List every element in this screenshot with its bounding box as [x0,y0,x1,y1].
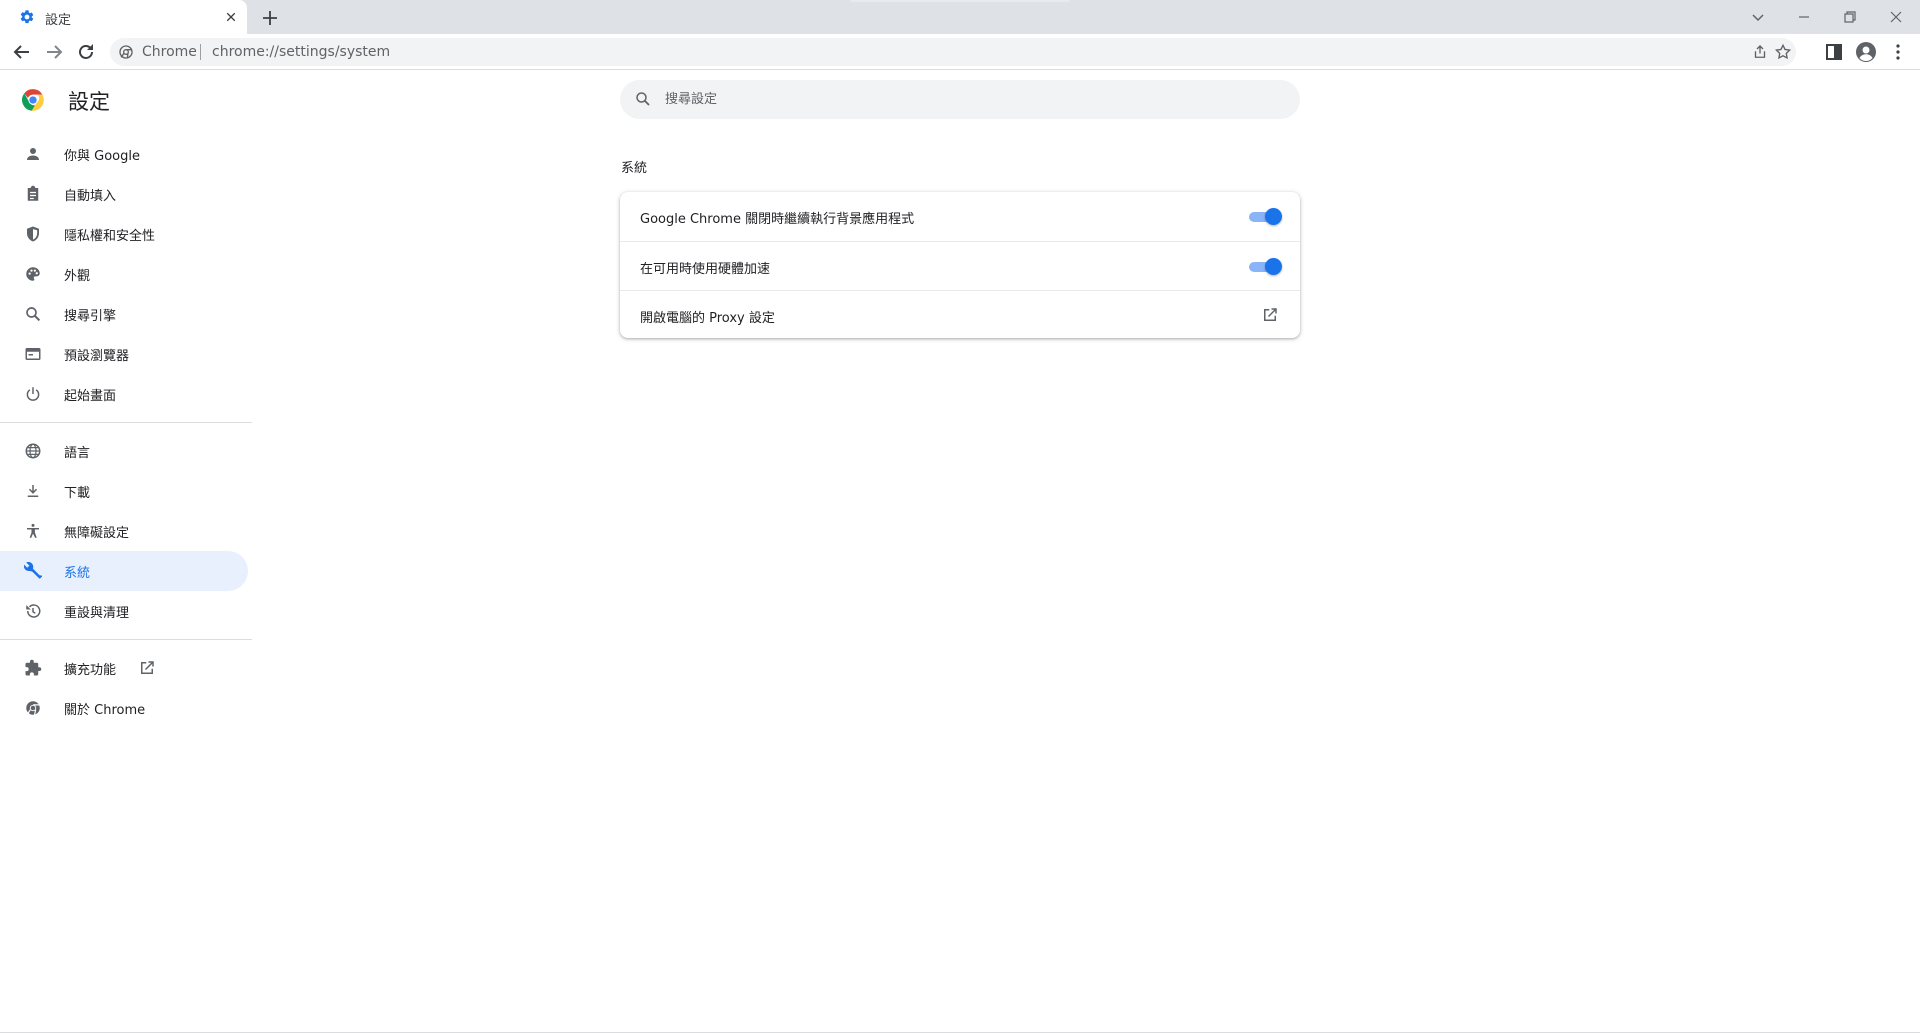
sidebar-item-extensions[interactable]: 擴充功能 [0,648,248,688]
toolbar: Chrome chrome://settings/system [0,34,1920,70]
toggle-knob [1265,258,1282,275]
sidebar-item-reset[interactable]: 重設與清理 [0,591,248,631]
window-drag-region[interactable] [850,0,1070,2]
background-apps-toggle[interactable] [1247,208,1282,226]
page-title: 設定 [68,90,110,114]
chrome-icon [26,701,40,716]
setting-label: 在可用時使用硬體加速 [640,262,771,277]
wrench-icon [24,562,42,579]
setting-row-background-apps[interactable]: Google Chrome 關閉時繼續執行背景應用程式 [620,192,1300,241]
sidebar-item-appearance[interactable]: 外觀 [0,254,248,294]
sidebar-item-label: 下載 [64,486,91,501]
tab-settings[interactable]: 設定 [0,0,247,34]
omnibox[interactable]: Chrome chrome://settings/system [110,38,1796,66]
tab-title: 設定 [45,13,72,28]
sidebar-item-autofill[interactable]: 自動填入 [0,174,248,214]
profile-avatar-icon[interactable] [1854,40,1878,64]
omnibox-url[interactable]: chrome://settings/system [212,44,390,60]
sidebar-item-label: 隱私權和安全性 [64,229,156,244]
setting-row-proxy-settings[interactable]: 開啟電腦的 Proxy 設定 [620,290,1300,339]
side-panel-icon[interactable] [1822,40,1846,64]
sidebar-divider [0,422,252,423]
sidebar-item-label: 關於 Chrome [64,703,146,718]
gear-icon [20,10,34,24]
search-input[interactable] [665,89,1265,109]
sidebar-item-about-chrome[interactable]: 關於 Chrome [0,688,248,728]
sidebar-item-label: 無障礙設定 [64,526,130,541]
share-icon[interactable] [1751,43,1769,61]
sidebar-item-label: 系統 [64,566,91,581]
bookmark-star-icon[interactable] [1774,43,1792,61]
shield-icon [27,226,39,242]
setting-label: Google Chrome 關閉時繼續執行背景應用程式 [640,212,915,227]
setting-label: 開啟電腦的 Proxy 設定 [640,311,775,326]
more-menu-icon[interactable] [1886,40,1910,64]
power-icon [26,387,40,401]
tab-strip: 設定 [0,0,1920,34]
sidebar-item-search-engine[interactable]: 搜尋引擎 [0,294,248,334]
globe-icon [25,443,41,459]
sidebar-item-on-startup[interactable]: 起始畫面 [0,374,248,414]
sidebar-item-label: 預設瀏覽器 [64,349,130,364]
settings-search-box[interactable] [620,80,1300,119]
close-window-icon[interactable] [1884,5,1908,29]
download-icon [27,485,39,497]
hardware-acceleration-toggle[interactable] [1247,258,1282,276]
external-link-icon[interactable] [1261,306,1279,324]
sidebar-item-accessibility[interactable]: 無障礙設定 [0,511,248,551]
sidebar-item-system[interactable]: 系統 [0,551,248,591]
external-link-icon [141,661,154,674]
tab-search-icon[interactable] [1746,5,1770,29]
forward-icon[interactable] [42,40,66,64]
sidebar-item-label: 外觀 [64,269,91,284]
sidebar-item-label: 語言 [64,446,91,461]
sidebar-item-label: 自動填入 [64,189,117,204]
close-icon[interactable] [222,8,240,26]
search-icon [636,92,650,106]
new-tab-icon[interactable] [258,6,282,30]
sidebar-item-downloads[interactable]: 下載 [0,471,248,511]
search-icon [26,307,41,322]
sidebar-item-label: 搜尋引擎 [64,309,117,324]
setting-row-hardware-acceleration[interactable]: 在可用時使用硬體加速 [620,241,1300,290]
restore-icon [26,604,41,618]
sidebar-item-label: 擴充功能 [64,663,117,678]
sidebar-item-default-browser[interactable]: 預設瀏覽器 [0,334,248,374]
sidebar-item-label: 你與 Google [64,149,140,164]
person-icon [27,148,39,160]
minimize-icon[interactable] [1792,5,1816,29]
sidebar-item-label: 起始畫面 [64,389,117,404]
sidebar-item-you-and-google[interactable]: 你與 Google [0,134,248,174]
browser-icon [25,348,41,360]
palette-icon [26,267,40,281]
system-settings-card: Google Chrome 關閉時繼續執行背景應用程式 在可用時使用硬體加速 開… [620,192,1300,338]
clipboard-icon [27,185,39,201]
sidebar-item-languages[interactable]: 語言 [0,431,248,471]
reload-icon[interactable] [74,40,98,64]
section-title: 系統 [621,161,648,176]
sidebar-item-label: 重設與清理 [64,606,130,621]
omnibox-site-label: Chrome [142,44,197,60]
puzzle-icon [25,659,42,676]
sidebar-divider [0,639,252,640]
chrome-icon [119,45,133,59]
toggle-knob [1265,208,1282,225]
chrome-logo-icon [22,89,44,111]
omnibox-separator [200,44,201,60]
accessibility-icon [27,523,39,538]
restore-window-icon[interactable] [1838,5,1862,29]
sidebar-item-privacy[interactable]: 隱私權和安全性 [0,214,248,254]
back-icon[interactable] [10,40,34,64]
